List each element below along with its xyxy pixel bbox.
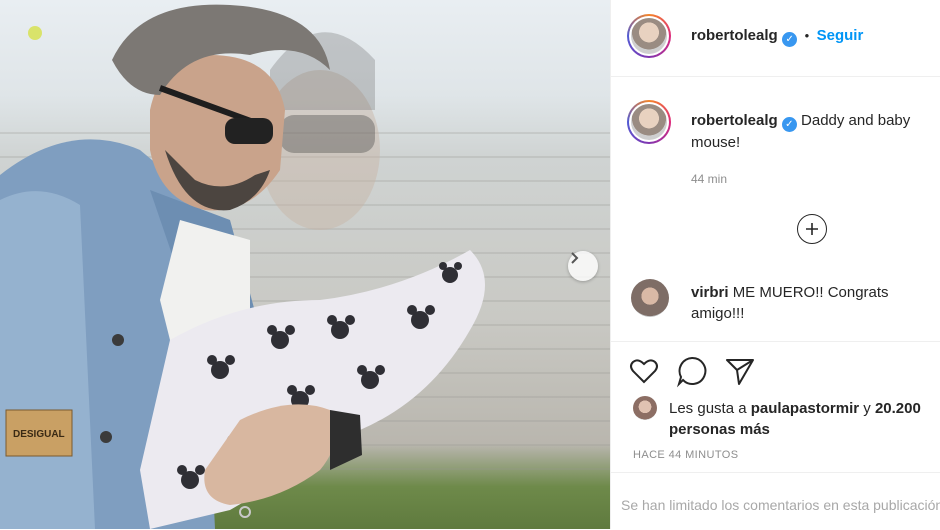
- post-side-panel: robertolealg ✓ • Seguir robertolealg ✓ D…: [610, 0, 940, 529]
- photo-illustration: DESIGUAL: [0, 4, 485, 529]
- caption-username[interactable]: robertolealg: [691, 112, 778, 129]
- likes-suffix: y: [863, 400, 871, 417]
- verified-badge-icon: ✓: [781, 117, 797, 132]
- verified-badge-icon: ✓: [782, 32, 798, 47]
- comment-username[interactable]: virbri: [691, 284, 729, 301]
- header-separator: •: [804, 28, 810, 43]
- chevron-right-icon: [571, 252, 579, 264]
- carousel-next-button[interactable]: [568, 251, 598, 281]
- share-button[interactable]: [723, 354, 757, 388]
- svg-text:DESIGUAL: DESIGUAL: [13, 429, 65, 440]
- likes-prefix: Les gusta a: [669, 400, 747, 417]
- commenter-avatar[interactable]: [631, 279, 669, 317]
- author-avatar[interactable]: [627, 14, 671, 58]
- avatar-image: [631, 18, 667, 54]
- comment-button[interactable]: [675, 354, 709, 388]
- author-username[interactable]: robertolealg: [691, 27, 778, 44]
- post-photo: DESIGUAL: [0, 0, 610, 529]
- like-button[interactable]: [627, 354, 661, 388]
- comment: virbri ME MUERO!! Congrats amigo!!!: [691, 282, 931, 324]
- post-header: robertolealg ✓ • Seguir: [611, 0, 940, 77]
- load-more-comments-button[interactable]: [797, 214, 827, 244]
- plus-circle-icon: [806, 223, 818, 235]
- post-actions: [611, 341, 940, 402]
- post-timestamp[interactable]: HACE 44 MINUTOS: [633, 449, 738, 461]
- comments-limited-text: Se han limitado los comentarios en esta …: [621, 497, 940, 513]
- comment-icon: [676, 356, 707, 388]
- comments-limited-banner: Se han limitado los comentarios en esta …: [611, 472, 940, 530]
- share-icon: [726, 359, 754, 385]
- heart-icon: [630, 359, 658, 384]
- likes-summary: Les gusta a paulapastormir y 20.200 pers…: [669, 398, 929, 440]
- avatar-image: [631, 104, 667, 140]
- liker-avatar[interactable]: [633, 396, 657, 420]
- follow-button[interactable]: Seguir: [817, 27, 864, 44]
- likes-user[interactable]: paulapastormir: [751, 400, 859, 417]
- caption-age: 44 min: [691, 172, 728, 186]
- caption-author-avatar[interactable]: [627, 100, 671, 144]
